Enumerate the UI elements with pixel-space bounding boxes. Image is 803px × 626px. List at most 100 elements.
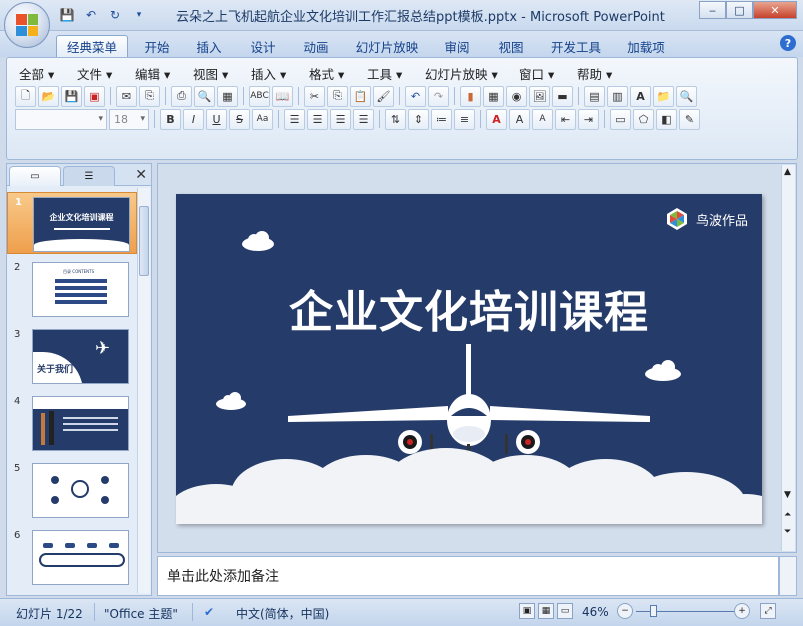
zoom-icon[interactable]: 🔍 <box>676 85 697 107</box>
tab-review[interactable]: 审阅 <box>436 35 478 57</box>
theme-name[interactable]: "Office 主题" <box>104 605 178 622</box>
tab-home[interactable]: 开始 <box>136 35 178 57</box>
bold-icon[interactable]: B <box>160 108 181 130</box>
close-pane-icon[interactable]: ✕ <box>135 167 147 183</box>
pdf-icon[interactable]: ▣ <box>84 85 105 107</box>
maximize-button[interactable]: □ <box>726 1 753 19</box>
tab-slides-view[interactable]: ▭ <box>9 166 61 186</box>
attach-icon[interactable]: ⎘ <box>139 85 160 107</box>
menu-tools[interactable]: 工具 ▾ <box>367 64 402 83</box>
bullets-icon[interactable]: ≡ <box>454 108 475 130</box>
language-indicator[interactable]: 中文(简体，中国) <box>236 605 329 622</box>
folder-icon[interactable]: 📁 <box>653 85 674 107</box>
underline-icon[interactable]: U <box>206 108 227 130</box>
zoom-slider-thumb[interactable] <box>650 605 657 617</box>
notes-scrollbar[interactable] <box>779 556 797 596</box>
print-icon[interactable]: ⎙ <box>171 85 192 107</box>
tab-animations[interactable]: 动画 <box>295 35 337 57</box>
menu-window[interactable]: 窗口 ▾ <box>519 64 554 83</box>
color-icon[interactable]: ▬ <box>552 85 573 107</box>
layout-icon[interactable]: ▥ <box>607 85 628 107</box>
zoom-in-icon[interactable]: + <box>734 603 750 619</box>
scroll-up-icon[interactable]: ▲ <box>784 167 791 177</box>
previous-slide-icon[interactable]: ⏶ <box>784 510 791 520</box>
increase-indent-icon[interactable]: ⇥ <box>578 108 599 130</box>
italic-icon[interactable]: I <box>183 108 204 130</box>
slide-canvas[interactable]: 鸟波作品 企业文化培训课程 <box>176 194 762 524</box>
paste-icon[interactable]: 📋 <box>350 85 371 107</box>
new-slide-icon[interactable]: ▤ <box>584 85 605 107</box>
minimize-button[interactable]: ‒ <box>699 1 726 19</box>
numbering-icon[interactable]: ≔ <box>431 108 452 130</box>
close-button[interactable]: ✕ <box>753 1 797 19</box>
spelling-icon[interactable]: ABC <box>249 85 270 107</box>
menu-view[interactable]: 视图 ▾ <box>193 64 228 83</box>
decrease-indent-icon[interactable]: ⇤ <box>555 108 576 130</box>
tab-slideshow[interactable]: 幻灯片放映 <box>350 35 424 57</box>
slide-scrollbar[interactable]: ▲ ▼ ⏶ ⏷ <box>781 165 795 551</box>
tab-addins[interactable]: 加载项 <box>620 35 672 57</box>
zoom-out-icon[interactable]: − <box>617 603 633 619</box>
next-slide-icon[interactable]: ⏷ <box>784 527 791 537</box>
grow-font-icon[interactable]: A <box>509 108 530 130</box>
spellcheck-icon[interactable]: ✔ <box>204 605 214 619</box>
format-painter-icon[interactable]: 🖌 <box>373 85 394 107</box>
picture-icon[interactable]: 🖼 <box>529 85 550 107</box>
slides-pane-scrollbar[interactable] <box>137 188 150 593</box>
notes-pane[interactable]: 单击此处添加备注 <box>157 556 779 596</box>
undo-icon[interactable]: ↶ <box>405 85 426 107</box>
align-right-icon[interactable]: ☰ <box>330 108 351 130</box>
shrink-font-icon[interactable]: A <box>532 108 553 130</box>
print-preview-icon[interactable]: 🔍 <box>194 85 215 107</box>
slide-thumbnail-6[interactable]: 6 <box>7 526 137 588</box>
align-center-icon[interactable]: ☰ <box>307 108 328 130</box>
office-button[interactable] <box>4 2 50 48</box>
tab-insert[interactable]: 插入 <box>188 35 230 57</box>
chart-icon[interactable]: ▮ <box>460 85 481 107</box>
shape-outline-icon[interactable]: ✎ <box>679 108 700 130</box>
customize-qat-icon[interactable]: ▾ <box>130 6 148 24</box>
research-icon[interactable]: 📖 <box>272 85 293 107</box>
menu-format[interactable]: 格式 ▾ <box>309 64 344 83</box>
tab-outline-view[interactable]: ☰ <box>63 166 115 186</box>
normal-view-icon[interactable]: ▣ <box>519 603 535 619</box>
text-direction-icon[interactable]: ⇅ <box>385 108 406 130</box>
slide-thumbnail-3[interactable]: 3 关于我们 ✈ <box>7 325 137 387</box>
slide-sorter-icon[interactable]: ▦ <box>538 603 554 619</box>
slideshow-view-icon[interactable]: ▭ <box>557 603 573 619</box>
slide-thumbnail-2[interactable]: 2 目录 CONTENTS <box>7 258 137 320</box>
menu-help[interactable]: 帮助 ▾ <box>577 64 612 83</box>
strikethrough-icon[interactable]: S <box>229 108 250 130</box>
fit-to-window-icon[interactable]: ⤢ <box>760 603 776 619</box>
tab-design[interactable]: 设计 <box>242 35 284 57</box>
font-size-dropdown[interactable]: 18 <box>109 108 149 130</box>
clipart-icon[interactable]: ◉ <box>506 85 527 107</box>
permission-icon[interactable]: ✉ <box>116 85 137 107</box>
slide-thumbnail-4[interactable]: 4 <box>7 392 137 454</box>
scrollbar-thumb[interactable] <box>139 206 149 276</box>
menu-insert[interactable]: 插入 ▾ <box>251 64 286 83</box>
grid-icon[interactable]: ▦ <box>217 85 238 107</box>
shapes-icon[interactable]: ⬠ <box>633 108 654 130</box>
tab-developer[interactable]: 开发工具 <box>544 35 608 57</box>
tab-classic-menu[interactable]: 经典菜单 <box>56 35 128 57</box>
tab-view[interactable]: 视图 <box>490 35 532 57</box>
arrange-icon[interactable]: ▭ <box>610 108 631 130</box>
change-case-icon[interactable]: Aa <box>252 108 273 130</box>
save-icon[interactable]: 💾 <box>61 85 82 107</box>
align-text-icon[interactable]: ⇕ <box>408 108 429 130</box>
redo-icon[interactable]: ↷ <box>428 85 449 107</box>
table-icon[interactable]: ▦ <box>483 85 504 107</box>
copy-icon[interactable]: ⎘ <box>327 85 348 107</box>
font-color-icon[interactable]: A <box>486 108 507 130</box>
align-left-icon[interactable]: ☰ <box>284 108 305 130</box>
font-name-dropdown[interactable] <box>15 108 107 130</box>
save-icon[interactable]: 💾 <box>58 6 76 24</box>
open-icon[interactable]: 📂 <box>38 85 59 107</box>
undo-icon[interactable]: ↶ <box>82 6 100 24</box>
menu-edit[interactable]: 编辑 ▾ <box>135 64 170 83</box>
menu-slideshow[interactable]: 幻灯片放映 ▾ <box>425 64 498 83</box>
justify-icon[interactable]: ☰ <box>353 108 374 130</box>
menu-file[interactable]: 文件 ▾ <box>77 64 112 83</box>
shape-fill-icon[interactable]: ◧ <box>656 108 677 130</box>
